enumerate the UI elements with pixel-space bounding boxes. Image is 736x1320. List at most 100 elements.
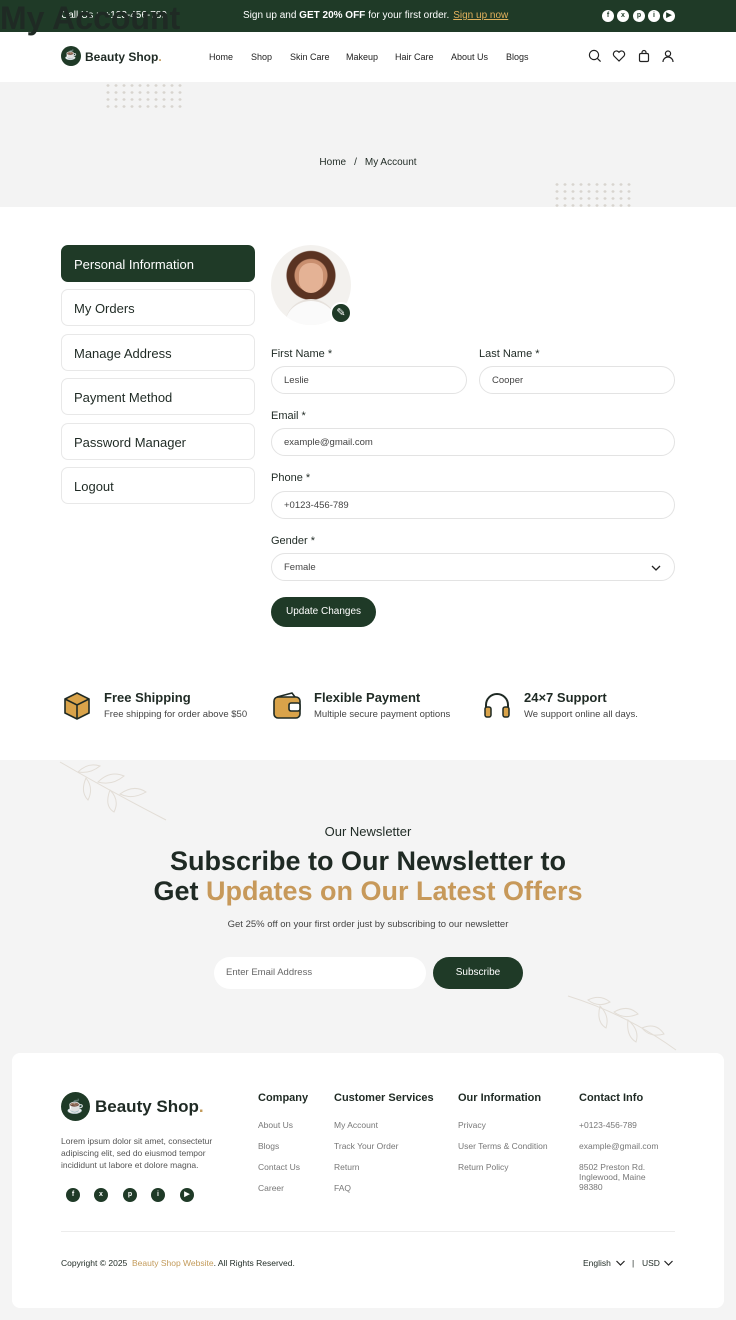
sidebar-item-my-orders[interactable]: My Orders xyxy=(61,289,255,326)
pencil-icon: ✎ xyxy=(336,307,346,319)
nav-blogs[interactable]: Blogs xyxy=(506,52,529,62)
decorative-dots xyxy=(553,181,633,209)
feature-subtitle: Free shipping for order above $50 xyxy=(104,709,248,720)
sidebar-item-password-manager[interactable]: Password Manager xyxy=(61,423,255,460)
gender-label: Gender * xyxy=(271,535,316,547)
sidebar-item-manage-address[interactable]: Manage Address xyxy=(61,334,255,371)
subscribe-button[interactable]: Subscribe xyxy=(433,957,523,989)
first-name-field[interactable]: Leslie xyxy=(271,366,467,394)
chevron-down-icon xyxy=(664,1260,673,1266)
sidebar-item-logout[interactable]: Logout xyxy=(61,467,255,504)
gender-select[interactable]: Female xyxy=(271,553,675,581)
footer-x-twitter-icon[interactable]: x xyxy=(94,1188,108,1202)
logo-mark-icon[interactable]: ☕ xyxy=(61,46,81,66)
footer-link-return[interactable]: Return xyxy=(334,1162,360,1172)
box-icon xyxy=(64,692,90,720)
nav-home[interactable]: Home xyxy=(209,52,233,62)
email-field[interactable]: example@gmail.com xyxy=(271,428,675,456)
phone-field[interactable]: +0123-456-789 xyxy=(271,491,675,519)
email-label: Email * xyxy=(271,410,306,422)
copyright-prefix: Copyright © 2025 xyxy=(61,1258,128,1268)
last-name-field[interactable]: Cooper xyxy=(479,366,675,394)
footer-link-contact-us[interactable]: Contact Us xyxy=(258,1162,300,1172)
feature-subtitle: We support online all days. xyxy=(524,709,638,720)
newsletter-title: Subscribe to Our Newsletter to Get Updat… xyxy=(0,846,736,906)
nav-about-us[interactable]: About Us xyxy=(451,52,488,62)
breadcrumb: Home / My Account xyxy=(0,157,736,168)
footer-link-return-policy[interactable]: Return Policy xyxy=(458,1162,509,1172)
last-name-label: Last Name * xyxy=(479,348,540,360)
footer-logo-mark-icon[interactable]: ☕ xyxy=(61,1092,90,1121)
language-value: English xyxy=(583,1258,611,1268)
footer-link-track-order[interactable]: Track Your Order xyxy=(334,1141,398,1151)
signup-link[interactable]: Sign up now xyxy=(453,10,508,21)
bag-icon[interactable] xyxy=(637,49,651,63)
first-name-label: First Name * xyxy=(271,348,333,360)
currency-select[interactable]: USD xyxy=(642,1258,660,1268)
promo-text: Sign up and GET 20% OFF for your first o… xyxy=(243,10,508,21)
footer-separator: | xyxy=(632,1258,635,1268)
footer-logo[interactable]: Beauty Shop. xyxy=(95,1097,204,1117)
footer-contact-email[interactable]: example@gmail.com xyxy=(579,1141,659,1151)
footer-link-my-account[interactable]: My Account xyxy=(334,1120,378,1130)
nav-shop[interactable]: Shop xyxy=(251,52,272,62)
newsletter-title-line1: Subscribe to Our Newsletter to xyxy=(169,846,567,876)
logo-dot: . xyxy=(158,50,162,64)
heart-icon[interactable] xyxy=(612,49,626,63)
decorative-dots xyxy=(104,82,184,110)
logo[interactable]: Beauty Shop. xyxy=(85,50,162,64)
leaf-decoration-icon xyxy=(567,995,677,1051)
footer-contact-phone[interactable]: +0123-456-789 xyxy=(579,1120,637,1130)
footer-link-privacy[interactable]: Privacy xyxy=(458,1120,486,1130)
sidebar-item-payment-method[interactable]: Payment Method xyxy=(61,378,255,415)
feature-subtitle: Multiple secure payment options xyxy=(314,709,451,720)
footer-column-title: Our Information xyxy=(458,1092,542,1104)
page-title: My Account xyxy=(0,0,181,36)
footer-about: Lorem ipsum dolor sit amet, consectetur … xyxy=(61,1136,213,1170)
footer-link-terms[interactable]: User Terms & Condition xyxy=(458,1141,548,1151)
footer-column-title: Customer Services xyxy=(334,1092,434,1104)
currency-value: USD xyxy=(642,1258,660,1268)
footer-link-blogs[interactable]: Blogs xyxy=(258,1141,279,1151)
newsletter-title-plain: Get xyxy=(153,876,199,906)
newsletter-email-input[interactable]: Enter Email Address xyxy=(214,957,426,989)
gender-value: Female xyxy=(284,562,316,573)
pinterest-icon[interactable]: p xyxy=(633,10,645,22)
feature-title: 24×7 Support xyxy=(524,690,607,705)
breadcrumb-home[interactable]: Home xyxy=(319,157,346,168)
instagram-icon[interactable]: i xyxy=(648,10,660,22)
copyright-brand-link[interactable]: Beauty Shop Website xyxy=(132,1258,214,1268)
update-changes-button[interactable]: Update Changes xyxy=(271,597,376,627)
footer-youtube-icon[interactable]: ▶ xyxy=(180,1188,194,1202)
x-twitter-icon[interactable]: x xyxy=(617,10,629,22)
chevron-down-icon xyxy=(651,565,661,571)
user-icon[interactable] xyxy=(661,49,675,63)
nav-skin-care[interactable]: Skin Care xyxy=(290,52,330,62)
feature-title: Flexible Payment xyxy=(314,690,421,705)
facebook-icon[interactable]: f xyxy=(602,10,614,22)
footer-facebook-icon[interactable]: f xyxy=(66,1188,80,1202)
footer-logo-dot: . xyxy=(198,1097,204,1116)
footer-link-about-us[interactable]: About Us xyxy=(258,1120,293,1130)
nav-makeup[interactable]: Makeup xyxy=(346,52,378,62)
leaf-decoration-icon xyxy=(59,761,167,821)
sidebar-item-personal-information[interactable]: Personal Information xyxy=(61,245,255,282)
copyright-suffix: . All Rights Reserved. xyxy=(213,1258,295,1268)
footer-link-career[interactable]: Career xyxy=(258,1183,284,1193)
footer-contact-address: 8502 Preston Rd. Inglewood, Maine 98380 xyxy=(579,1162,646,1192)
logo-text: Beauty Shop xyxy=(85,50,159,64)
wallet-icon xyxy=(273,692,301,719)
footer-pinterest-icon[interactable]: p xyxy=(123,1188,137,1202)
footer-link-faq[interactable]: FAQ xyxy=(334,1183,351,1193)
breadcrumb-current: My Account xyxy=(364,157,417,168)
promo-suffix: for your first order. xyxy=(368,10,450,21)
language-select[interactable]: English xyxy=(583,1258,611,1268)
footer-column-title: Company xyxy=(258,1092,309,1104)
footer-instagram-icon[interactable]: i xyxy=(151,1188,165,1202)
edit-avatar-button[interactable]: ✎ xyxy=(330,302,352,324)
chevron-down-icon xyxy=(616,1260,625,1266)
search-icon[interactable] xyxy=(588,49,602,63)
nav-hair-care[interactable]: Hair Care xyxy=(395,52,434,62)
youtube-icon[interactable]: ▶ xyxy=(663,10,675,22)
breadcrumb-separator: / xyxy=(354,157,357,168)
